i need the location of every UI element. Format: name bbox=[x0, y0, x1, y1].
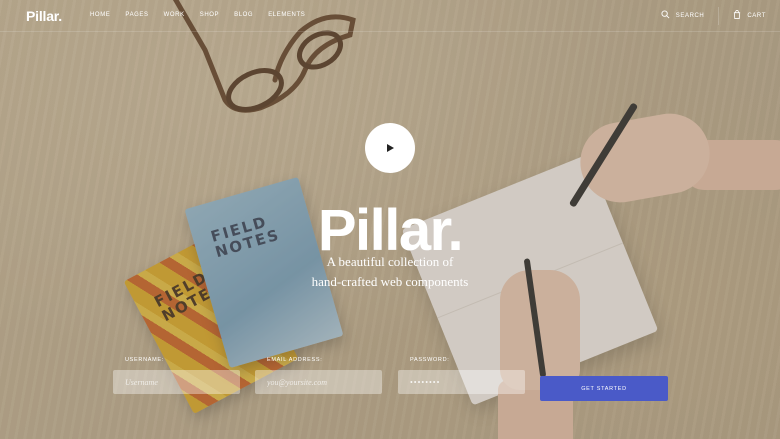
site-logo[interactable]: Pillar. bbox=[26, 8, 62, 24]
nav-item-home[interactable]: HOME bbox=[90, 12, 110, 18]
nav-item-shop[interactable]: SHOP bbox=[200, 12, 219, 18]
cart-icon bbox=[733, 10, 741, 21]
username-input[interactable] bbox=[113, 370, 240, 394]
username-field: USERNAME: bbox=[113, 357, 240, 394]
nav-item-elements[interactable]: ELEMENTS bbox=[268, 12, 305, 18]
email-label: EMAIL ADDRESS: bbox=[267, 357, 323, 363]
play-video-button[interactable] bbox=[365, 123, 415, 173]
get-started-button[interactable]: GET STARTED bbox=[540, 376, 668, 401]
hero-subtitle: A beautiful collection of hand-crafted w… bbox=[0, 252, 780, 292]
email-input[interactable] bbox=[255, 370, 382, 394]
nav-item-blog[interactable]: BLOG bbox=[234, 12, 253, 18]
nav-actions: SEARCH CART bbox=[647, 0, 780, 31]
password-field: PASSWORD: bbox=[398, 357, 525, 394]
password-label: PASSWORD: bbox=[410, 357, 450, 363]
cart-link[interactable]: CART bbox=[719, 10, 780, 21]
cart-label: CART bbox=[747, 12, 766, 19]
hero-subtitle-line: hand-crafted web components bbox=[311, 274, 469, 289]
search-label: SEARCH bbox=[675, 12, 705, 19]
search-link[interactable]: SEARCH bbox=[647, 10, 719, 21]
password-input[interactable] bbox=[398, 370, 525, 394]
nav-item-work[interactable]: WORK bbox=[164, 12, 185, 18]
play-icon bbox=[386, 144, 394, 152]
main-menu: HOME PAGES WORK SHOP BLOG ELEMENTS bbox=[90, 12, 320, 18]
nav-item-pages[interactable]: PAGES bbox=[125, 12, 148, 18]
search-icon bbox=[661, 10, 670, 21]
username-label: USERNAME: bbox=[125, 357, 164, 363]
hero-subtitle-line: A beautiful collection of bbox=[326, 254, 454, 269]
email-field: EMAIL ADDRESS: bbox=[255, 357, 382, 394]
top-nav: Pillar. HOME PAGES WORK SHOP BLOG ELEMEN… bbox=[0, 0, 780, 32]
